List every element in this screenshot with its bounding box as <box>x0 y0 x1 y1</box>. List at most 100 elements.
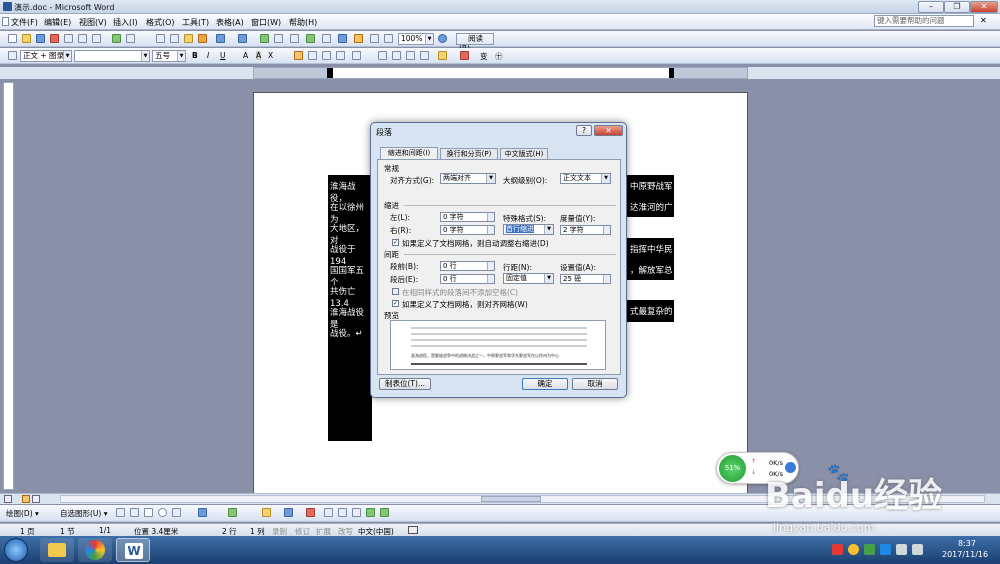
spelling-status-icon[interactable] <box>408 526 418 534</box>
oval-icon[interactable] <box>158 508 167 517</box>
auto-indent-checkbox[interactable]: ✓ <box>392 239 399 246</box>
rectangle-icon[interactable] <box>144 508 153 517</box>
wordart-icon[interactable] <box>198 508 207 517</box>
help-icon[interactable] <box>438 34 447 43</box>
zoom-select[interactable]: 100% ▼ <box>398 33 434 45</box>
font-size-select[interactable]: 五号 ▼ <box>152 50 186 62</box>
right-indent-input[interactable]: 0 字符 <box>440 225 495 235</box>
print-icon[interactable] <box>78 34 87 43</box>
char-border-button[interactable]: A <box>243 51 248 60</box>
scrollbar-thumb[interactable] <box>481 496 541 502</box>
line-color-icon[interactable] <box>284 508 293 517</box>
menu-format[interactable]: 格式(O) <box>146 17 175 28</box>
close-button[interactable]: ✕ <box>970 1 998 13</box>
tray-ime-icon[interactable] <box>848 544 859 555</box>
paste-icon[interactable] <box>184 34 193 43</box>
paragraph-mark-icon[interactable] <box>384 34 393 43</box>
style-select[interactable]: 正文 + 图录 ▼ <box>20 50 72 62</box>
hyperlink-icon[interactable] <box>260 34 269 43</box>
menu-table[interactable]: 表格(A) <box>216 17 244 28</box>
save-icon[interactable] <box>36 34 45 43</box>
browser-taskbar-icon[interactable] <box>78 538 112 562</box>
phonetic-guide-button[interactable]: 变 <box>480 51 488 62</box>
cut-icon[interactable] <box>156 34 165 43</box>
increase-indent-icon[interactable] <box>420 51 429 60</box>
no-space-checkbox[interactable] <box>392 288 399 295</box>
copy-icon[interactable] <box>170 34 179 43</box>
drawing-icon[interactable] <box>338 34 347 43</box>
highlight-icon[interactable] <box>438 51 447 60</box>
snap-grid-checkbox[interactable]: ✓ <box>392 300 399 307</box>
line-style-icon[interactable] <box>324 508 333 517</box>
permission-icon[interactable] <box>50 34 59 43</box>
align-justify-icon[interactable] <box>294 51 303 60</box>
dialog-close-button[interactable]: ✕ <box>594 125 623 136</box>
after-input[interactable]: 0 行 <box>440 274 495 284</box>
clock-time[interactable]: 8:37 <box>958 539 976 548</box>
setting-input[interactable]: 25 磅 <box>560 274 611 284</box>
menu-view[interactable]: 视图(V) <box>79 17 107 28</box>
line-spacing-select[interactable]: 固定值 ▼ <box>503 273 554 284</box>
menu-edit[interactable]: 编辑(E) <box>44 17 71 28</box>
cancel-button[interactable]: 取消 <box>572 378 618 390</box>
decrease-indent-icon[interactable] <box>406 51 415 60</box>
restore-button[interactable]: ❐ <box>944 1 970 13</box>
menu-window[interactable]: 窗口(W) <box>251 17 281 28</box>
tray-security-icon[interactable] <box>864 544 875 555</box>
print-preview-icon[interactable] <box>92 34 101 43</box>
clipart-icon[interactable] <box>228 508 237 517</box>
textbox-icon[interactable] <box>172 508 181 517</box>
alignment-select[interactable]: 两端对齐 ▼ <box>440 173 496 184</box>
italic-button[interactable]: I <box>207 51 209 60</box>
insert-table-icon[interactable] <box>290 34 299 43</box>
line-spacing-icon[interactable] <box>352 51 361 60</box>
help-search-input[interactable]: 键入需要帮助的问题 <box>874 15 974 27</box>
tabs-button[interactable]: 制表位(T)... <box>379 378 431 390</box>
font-color-icon[interactable] <box>460 51 469 60</box>
line-icon[interactable] <box>116 508 125 517</box>
tray-network-icon[interactable] <box>896 544 907 555</box>
ok-button[interactable]: 确定 <box>522 378 568 390</box>
distribute-icon[interactable] <box>336 51 345 60</box>
shadow-icon[interactable] <box>366 508 375 517</box>
styles-pane-icon[interactable] <box>8 51 17 60</box>
email-icon[interactable] <box>64 34 73 43</box>
enclose-char-button[interactable]: ㊉ <box>495 51 503 62</box>
horizontal-ruler[interactable] <box>253 67 748 79</box>
char-scale-button[interactable]: X <box>268 51 273 60</box>
tray-sogou-icon[interactable] <box>832 544 843 555</box>
text-block-right-2[interactable]: 指挥中华民 ，解放军总 <box>627 238 674 280</box>
open-icon[interactable] <box>22 34 31 43</box>
text-block-left[interactable]: 淮海战役， 在以徐州为 大地区，对 战役于 194 国国军五个 共伤亡 13.4… <box>328 175 372 441</box>
font-select[interactable]: ▼ <box>74 50 150 62</box>
columns-icon[interactable] <box>322 34 331 43</box>
menu-close-icon[interactable]: ✕ <box>980 16 987 25</box>
research-icon[interactable] <box>126 34 135 43</box>
outline-level-select[interactable]: 正文文本 ▼ <box>560 173 611 184</box>
word-taskbar-icon[interactable]: W <box>116 538 150 562</box>
vertical-ruler[interactable] <box>3 82 14 490</box>
text-block-right-3[interactable]: 式最复杂的 <box>627 300 674 322</box>
insert-excel-icon[interactable] <box>306 34 315 43</box>
spelling-icon[interactable] <box>112 34 121 43</box>
menu-help[interactable]: 帮助(H) <box>289 17 317 28</box>
special-format-select[interactable]: 首行缩进 ▼ <box>503 224 554 235</box>
char-shading-button[interactable]: A <box>256 51 262 60</box>
tray-volume-icon[interactable] <box>912 544 923 555</box>
format-painter-icon[interactable] <box>198 34 207 43</box>
measure-input[interactable]: 2 字符 <box>560 225 611 235</box>
new-icon[interactable] <box>8 34 17 43</box>
left-indent-input[interactable]: 0 字符 <box>440 212 495 222</box>
bold-button[interactable]: B <box>192 51 198 60</box>
bullets-icon[interactable] <box>392 51 401 60</box>
drawing-font-color-icon[interactable] <box>306 508 315 517</box>
align-right-icon[interactable] <box>322 51 331 60</box>
underline-button[interactable]: U <box>220 51 226 60</box>
normal-view-icon[interactable] <box>4 495 12 503</box>
redo-icon[interactable] <box>238 34 247 43</box>
minimize-button[interactable]: – <box>918 1 944 13</box>
outline-view-icon[interactable] <box>32 495 40 503</box>
text-block-right-1[interactable]: 中原野战军 达淮河的广 <box>627 175 674 217</box>
menu-tools[interactable]: 工具(T) <box>182 17 209 28</box>
numbering-icon[interactable] <box>378 51 387 60</box>
